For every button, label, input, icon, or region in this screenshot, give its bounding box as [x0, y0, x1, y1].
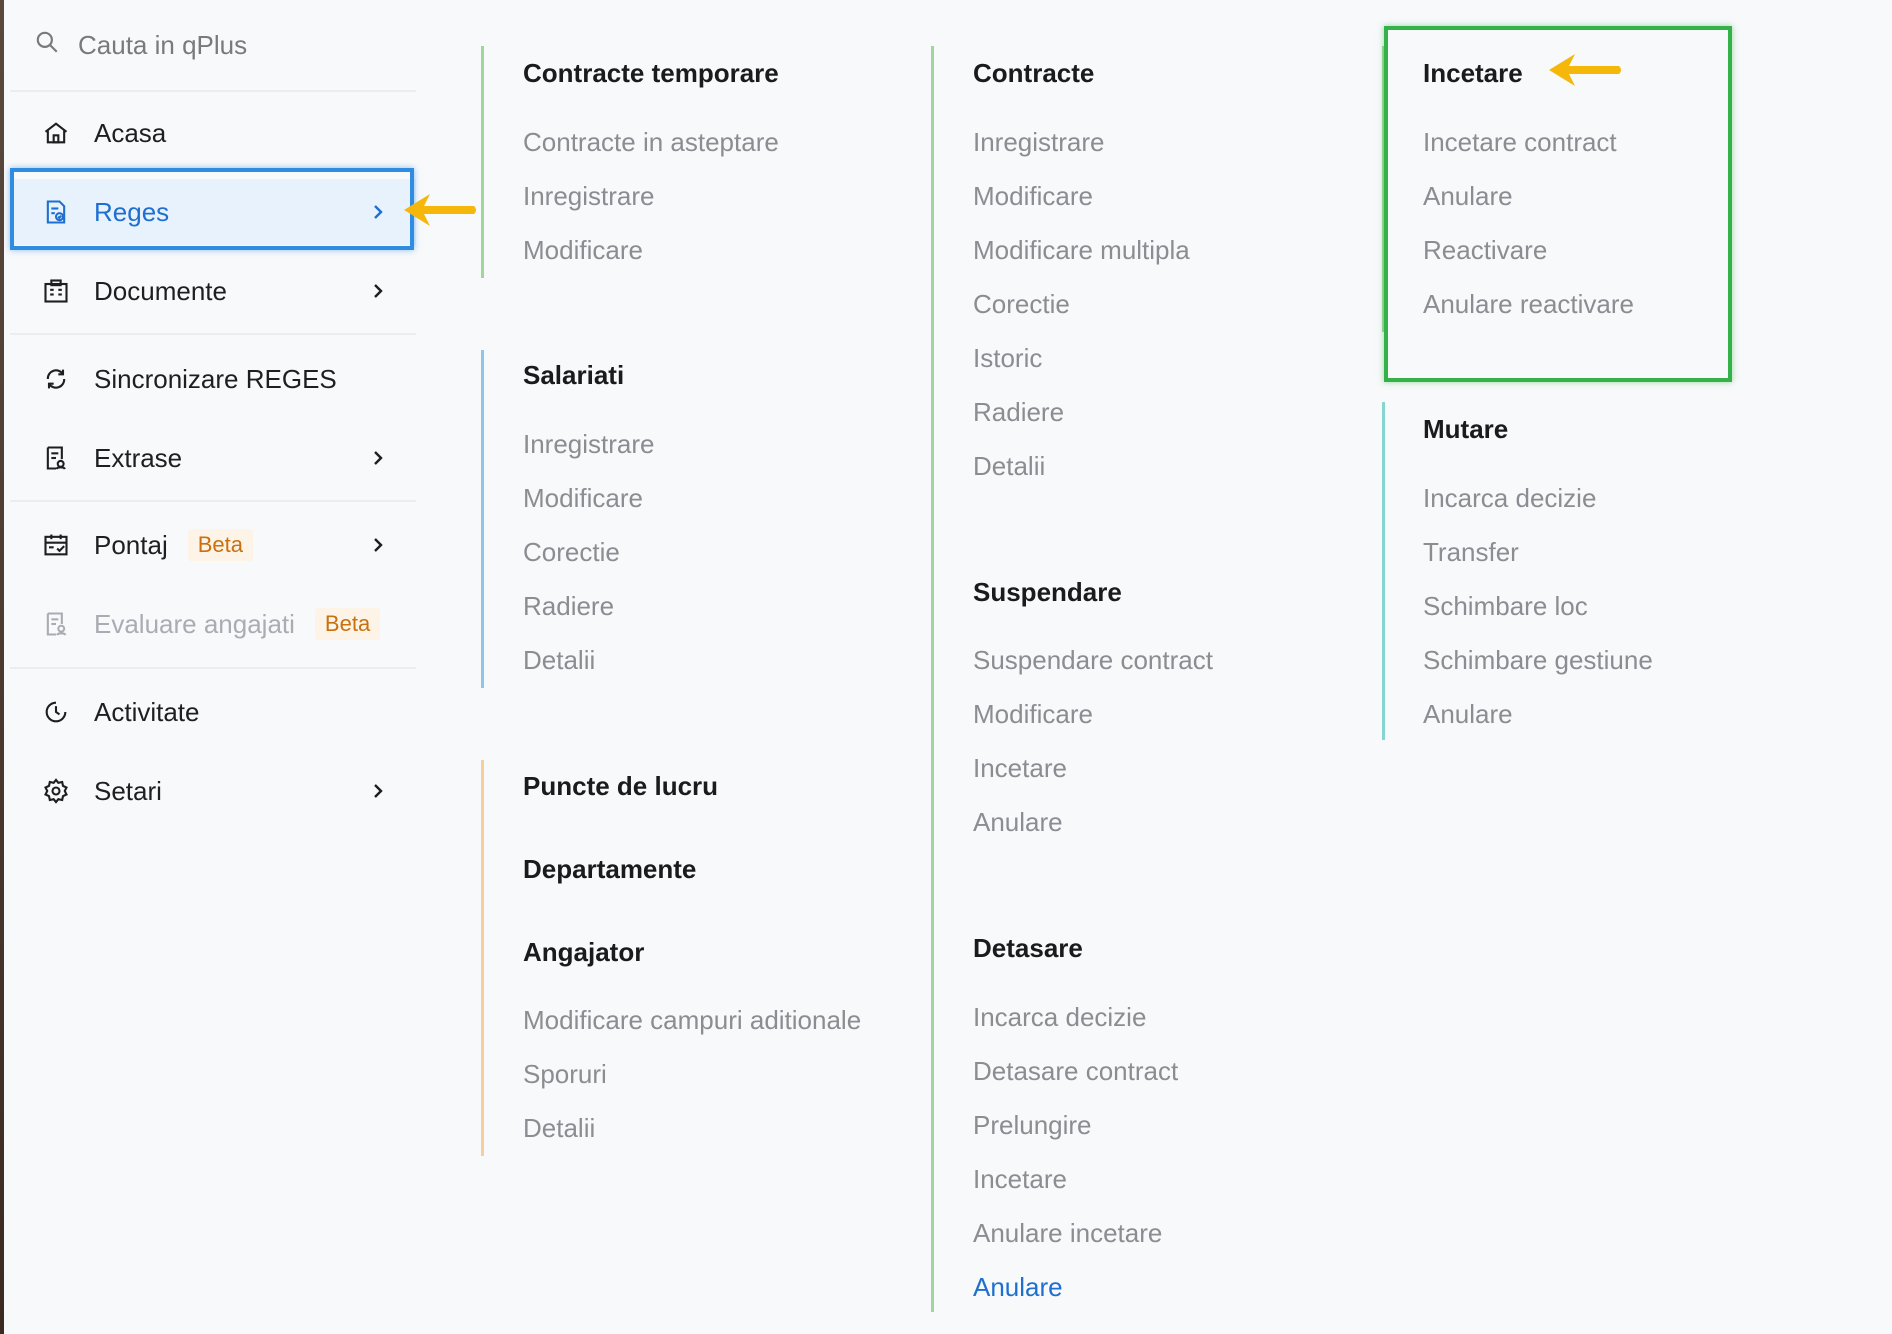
divider — [10, 90, 416, 92]
link-istoric[interactable]: Istoric — [973, 343, 1042, 374]
link-schimbare-gestiune[interactable]: Schimbare gestiune — [1423, 645, 1653, 676]
sidebar-item-label: Documente — [94, 275, 227, 306]
chevron-right-icon — [366, 446, 390, 470]
sidebar-item-label: Acasa — [94, 117, 167, 148]
gear-icon — [38, 773, 74, 809]
link-schimbare-loc[interactable]: Schimbare loc — [1423, 591, 1588, 622]
search-input[interactable]: Cauta in qPlus — [78, 30, 247, 61]
sidebar-item-label: Activitate — [94, 696, 200, 727]
sidebar-item-label: Evaluare angajati — [94, 608, 295, 639]
beta-badge: Beta — [314, 608, 381, 640]
link-anulare[interactable]: Anulare — [1423, 699, 1513, 730]
link-suspendare-contract[interactable]: Suspendare contract — [973, 645, 1213, 676]
link-incarca-decizie[interactable]: Incarca decizie — [1423, 483, 1596, 514]
section-title-puncte-de-lucru[interactable]: Puncte de lucru — [523, 771, 718, 802]
link-modificare[interactable]: Modificare — [523, 235, 643, 266]
link-modificare[interactable]: Modificare — [523, 483, 643, 514]
link-detalii[interactable]: Detalii — [523, 1113, 595, 1144]
sidebar-item-sincronizare[interactable]: Sincronizare REGES — [10, 346, 416, 412]
sidebar-item-activitate[interactable]: Activitate — [10, 679, 416, 745]
link-transfer[interactable]: Transfer — [1423, 537, 1519, 568]
section-line — [931, 46, 934, 1312]
link-contracte-in-asteptare[interactable]: Contracte in asteptare — [523, 127, 779, 158]
sidebar-item-pontaj[interactable]: Pontaj Beta — [10, 512, 416, 578]
search-box[interactable]: Cauta in qPlus — [34, 22, 247, 68]
link-detalii[interactable]: Detalii — [523, 645, 595, 676]
link-anulare[interactable]: Anulare — [973, 1272, 1063, 1303]
link-inregistrare[interactable]: Inregistrare — [523, 181, 655, 212]
link-modificare[interactable]: Modificare — [973, 699, 1093, 730]
chevron-right-icon — [366, 279, 390, 303]
home-icon — [38, 115, 74, 151]
link-incetare[interactable]: Incetare — [973, 753, 1067, 784]
section-title-salariati: Salariati — [523, 360, 625, 390]
evaluation-icon — [38, 606, 74, 642]
section-title-contracte-temporare: Contracte temporare — [523, 58, 779, 88]
link-modificare-campuri-aditionale[interactable]: Modificare campuri aditionale — [523, 1005, 861, 1036]
chevron-right-icon — [366, 779, 390, 803]
sync-icon — [38, 361, 74, 397]
section-title-contracte: Contracte — [973, 58, 1095, 88]
sidebar: Cauta in qPlus Acasa Reges Documente Sin… — [4, 0, 416, 1334]
section-title-mutare: Mutare — [1423, 414, 1509, 444]
report-icon — [38, 440, 74, 476]
sidebar-item-label: Pontaj — [94, 529, 168, 560]
sidebar-item-evaluare: Evaluare angajati Beta — [10, 591, 416, 657]
section-line — [481, 760, 484, 1156]
beta-badge: Beta — [187, 529, 253, 561]
sidebar-item-extrase[interactable]: Extrase — [10, 425, 416, 491]
section-title-detasare: Detasare — [973, 933, 1083, 963]
sidebar-item-label: Extrase — [94, 442, 183, 473]
sidebar-item-acasa[interactable]: Acasa — [10, 100, 416, 166]
link-prelungire[interactable]: Prelungire — [973, 1110, 1092, 1141]
section-title-angajator: Angajator — [523, 937, 645, 967]
link-inregistrare[interactable]: Inregistrare — [973, 127, 1105, 158]
link-detalii[interactable]: Detalii — [973, 451, 1045, 482]
link-anulare-incetare[interactable]: Anulare incetare — [973, 1218, 1162, 1249]
link-radiere[interactable]: Radiere — [523, 591, 614, 622]
divider — [10, 667, 416, 669]
divider — [10, 500, 416, 502]
divider — [10, 333, 416, 335]
section-title-suspendare: Suspendare — [973, 577, 1122, 607]
section-line — [481, 350, 484, 688]
arrow-left-icon — [1549, 54, 1621, 86]
link-modificare-multipla[interactable]: Modificare multipla — [973, 235, 1190, 266]
link-corectie[interactable]: Corectie — [973, 289, 1070, 320]
section-title-departamente[interactable]: Departamente — [523, 854, 696, 885]
documents-icon — [38, 273, 74, 309]
sidebar-item-documente[interactable]: Documente — [10, 258, 416, 324]
link-incetare[interactable]: Incetare — [973, 1164, 1067, 1195]
link-inregistrare[interactable]: Inregistrare — [523, 429, 655, 460]
link-radiere[interactable]: Radiere — [973, 397, 1064, 428]
arrow-left-icon — [404, 194, 476, 226]
search-icon — [34, 29, 60, 62]
history-icon — [38, 694, 74, 730]
link-sporuri[interactable]: Sporuri — [523, 1059, 607, 1090]
link-anulare[interactable]: Anulare — [973, 807, 1063, 838]
link-corectie[interactable]: Corectie — [523, 537, 620, 568]
highlight-box-reges — [10, 168, 414, 250]
section-line — [1382, 402, 1385, 740]
calendar-check-icon — [38, 527, 74, 563]
link-detasare-contract[interactable]: Detasare contract — [973, 1056, 1178, 1087]
sidebar-item-label: Setari — [94, 775, 162, 806]
section-line — [481, 46, 484, 278]
chevron-right-icon — [366, 533, 390, 557]
link-incarca-decizie[interactable]: Incarca decizie — [973, 1002, 1146, 1033]
link-modificare[interactable]: Modificare — [973, 181, 1093, 212]
sidebar-item-setari[interactable]: Setari — [10, 758, 416, 824]
sidebar-item-label: Sincronizare REGES — [94, 363, 337, 394]
